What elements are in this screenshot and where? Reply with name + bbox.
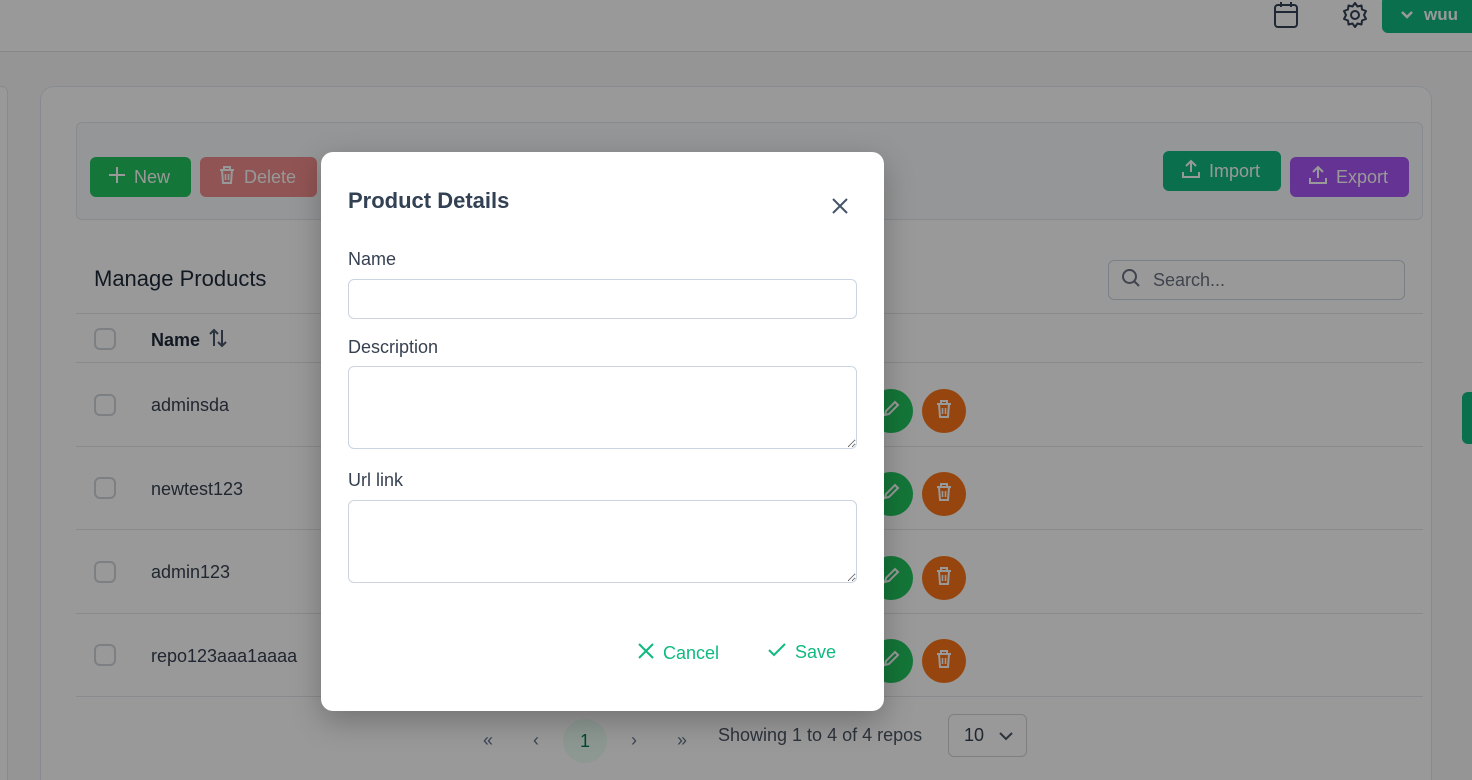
close-icon xyxy=(831,197,849,220)
save-button-label: Save xyxy=(795,642,837,662)
close-icon xyxy=(637,642,655,665)
name-label: Name xyxy=(348,249,397,269)
url-link-field[interactable] xyxy=(348,500,857,583)
product-details-dialog: Product Details Name Description Url lin… xyxy=(321,152,884,711)
url-link-label: Url link xyxy=(348,470,404,490)
name-field[interactable] xyxy=(348,279,857,319)
check-icon xyxy=(767,642,787,663)
description-field[interactable] xyxy=(348,366,857,449)
dialog-title: Product Details xyxy=(348,188,510,213)
cancel-button[interactable]: Cancel xyxy=(637,642,719,665)
cancel-button-label: Cancel xyxy=(663,643,720,663)
description-label: Description xyxy=(348,337,439,357)
save-button[interactable]: Save xyxy=(767,642,836,663)
close-button[interactable] xyxy=(826,194,854,222)
